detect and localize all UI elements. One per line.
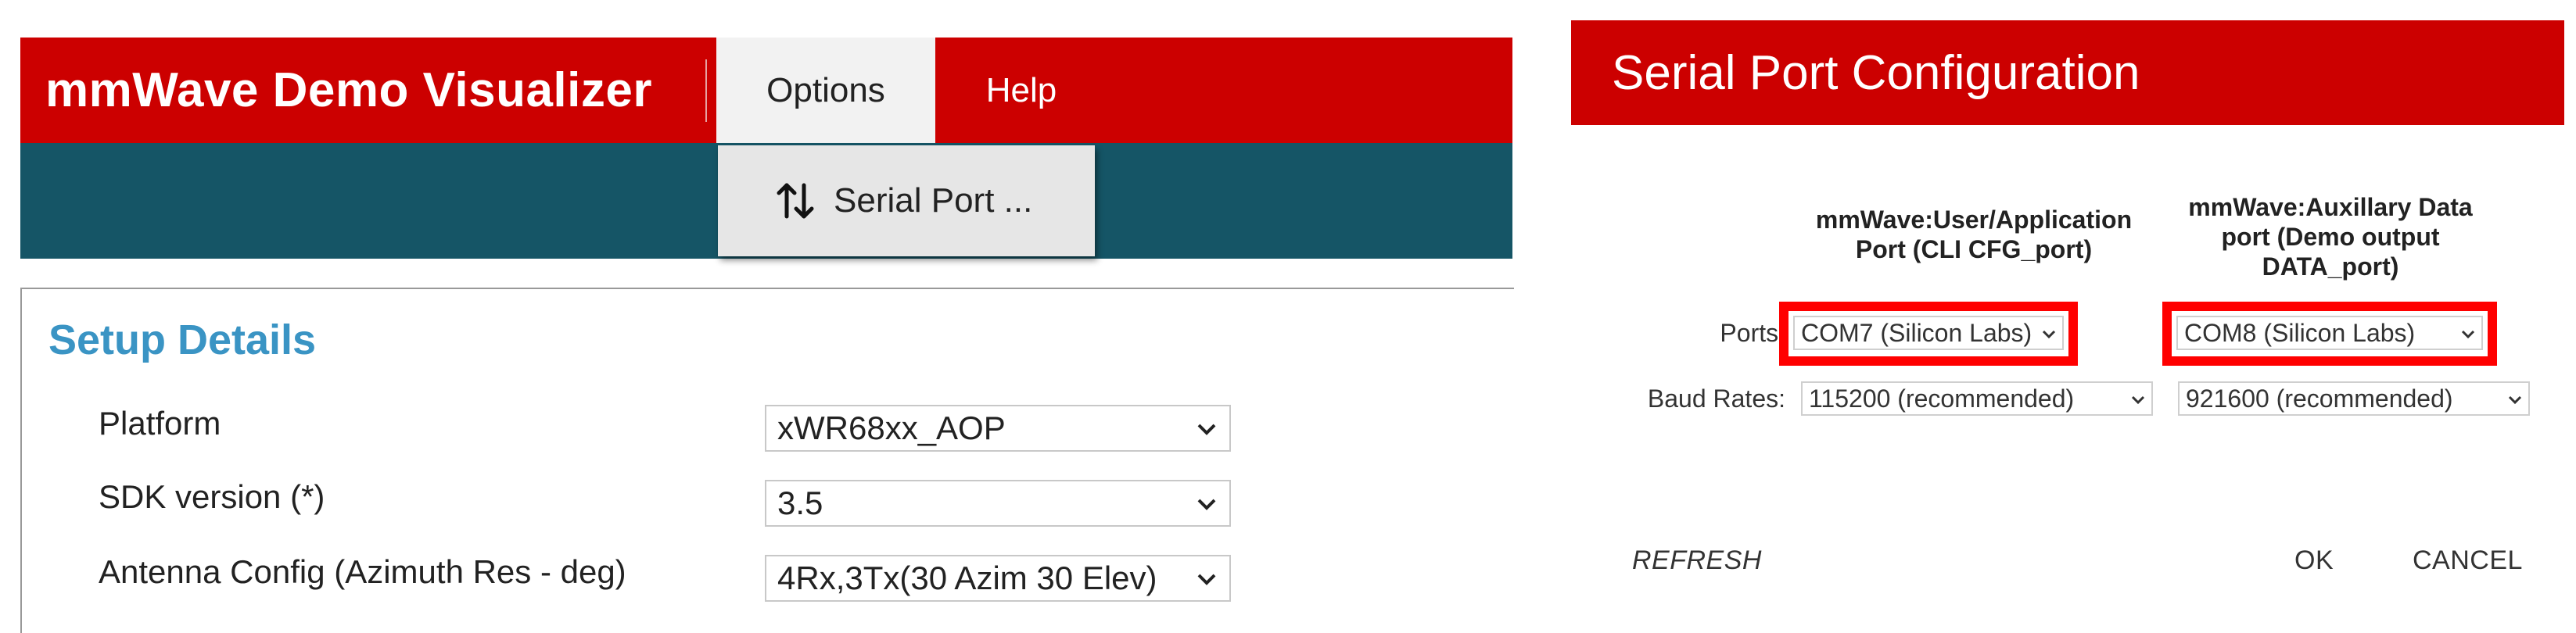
cancel-button[interactable]: CANCEL <box>2413 545 2523 576</box>
setup-details-panel: Setup Details Platform xWR68xx_AOP SDK v… <box>20 288 1514 633</box>
chevron-down-icon <box>2131 395 2145 405</box>
cli-port-select[interactable]: COM7 (Silicon Labs) <box>1793 316 2064 350</box>
ok-button[interactable]: OK <box>2294 545 2334 576</box>
chevron-down-icon <box>1197 574 1216 585</box>
data-port-header: mmWave:Auxillary Data port (Demo output … <box>2188 193 2473 281</box>
cli-port-header: mmWave:User/Application Port (CLI CFG_po… <box>1815 206 2133 263</box>
sdk-version-value: 3.5 <box>777 485 823 521</box>
data-baud-select[interactable]: 921600 (recommended) <box>2178 381 2530 416</box>
cli-port-value: COM7 (Silicon Labs) <box>1801 318 2032 347</box>
chevron-down-icon <box>1197 424 1216 435</box>
baud-rates-label: Baud Rates: <box>1647 384 1785 413</box>
data-baud-value: 921600 (recommended) <box>2186 384 2453 413</box>
menu-item-label: Serial Port ... <box>834 181 1033 220</box>
antenna-config-value: 4Rx,3Tx(30 Azim 30 Elev) <box>777 560 1157 596</box>
sdk-version-select[interactable]: 3.5 <box>765 480 1231 527</box>
options-dropdown-menu: Serial Port ... <box>718 145 1095 256</box>
up-down-arrows-icon <box>777 183 814 219</box>
antenna-config-select[interactable]: 4Rx,3Tx(30 Azim 30 Elev) <box>765 555 1231 602</box>
cli-baud-select[interactable]: 115200 (recommended) <box>1801 381 2153 416</box>
visualizer-app: mmWave Demo Visualizer Options Help Seri… <box>20 38 1514 633</box>
antenna-config-label: Antenna Config (Azimuth Res - deg) <box>99 553 626 590</box>
dialog-title: Serial Port Configuration <box>1571 20 2564 125</box>
platform-value: xWR68xx_AOP <box>777 409 1006 446</box>
ports-label: Ports: <box>1720 319 1785 347</box>
setup-details-title: Setup Details <box>48 316 317 363</box>
tab-help[interactable]: Help <box>935 38 1107 143</box>
app-title: mmWave Demo Visualizer <box>45 63 652 117</box>
title-divider <box>705 59 707 122</box>
serial-port-dialog: Serial Port Configuration mmWave:User/Ap… <box>1571 0 2576 624</box>
chevron-down-icon <box>2461 330 2475 339</box>
chevron-down-icon <box>1197 499 1216 510</box>
refresh-button[interactable]: REFRESH <box>1632 545 1762 576</box>
platform-label: Platform <box>99 405 221 442</box>
menu-item-serial-port[interactable]: Serial Port ... <box>718 145 1095 256</box>
data-port-value: COM8 (Silicon Labs) <box>2184 318 2416 347</box>
data-port-select[interactable]: COM8 (Silicon Labs) <box>2176 316 2483 350</box>
chevron-down-icon <box>2042 330 2056 339</box>
platform-select[interactable]: xWR68xx_AOP <box>765 405 1231 452</box>
cli-baud-value: 115200 (recommended) <box>1809 384 2075 413</box>
tab-options[interactable]: Options <box>716 38 935 143</box>
sdk-version-label: SDK version (*) <box>99 478 325 515</box>
chevron-down-icon <box>2508 395 2522 405</box>
